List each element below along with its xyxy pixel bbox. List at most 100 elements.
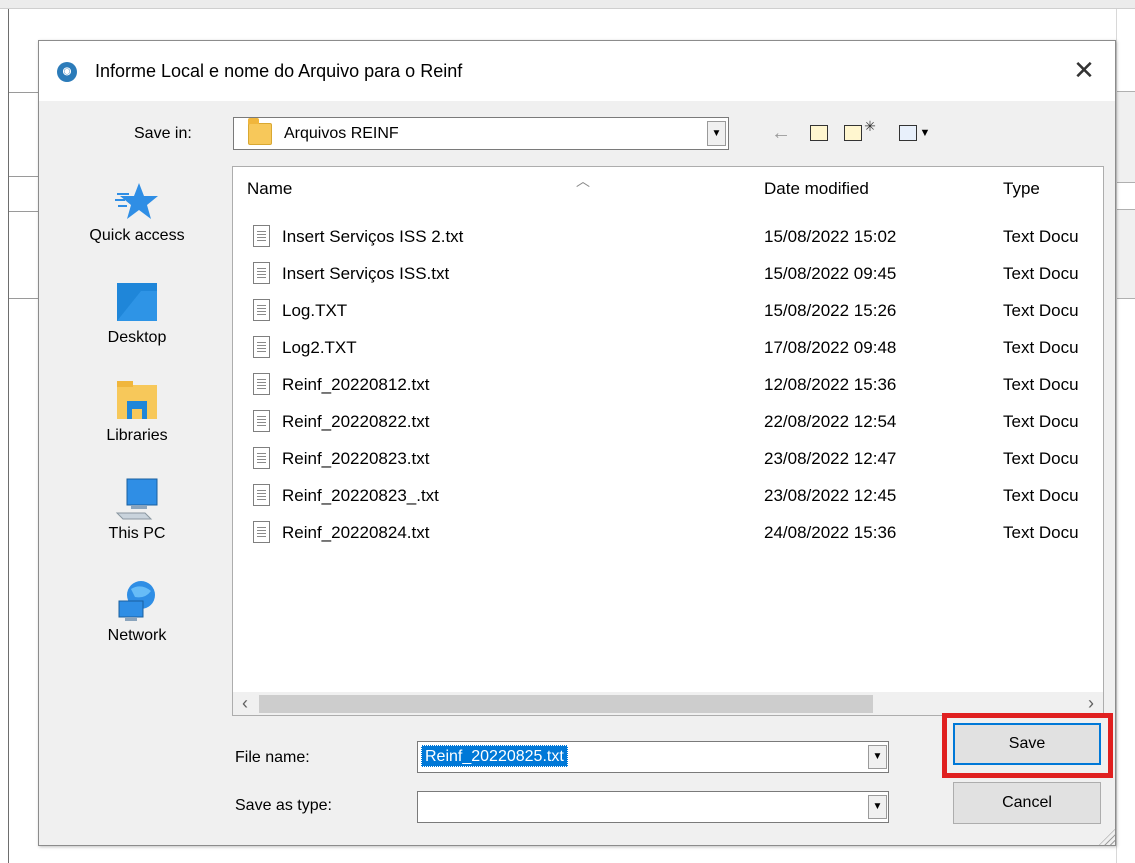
file-name: Reinf_20220822.txt bbox=[282, 412, 430, 431]
file-type: Text Docu bbox=[1003, 301, 1079, 320]
save-in-value: Arquivos REINF bbox=[284, 125, 399, 142]
file-row[interactable]: Reinf_20220822.txt 22/08/2022 12:54 Text… bbox=[233, 404, 1103, 440]
text-file-icon bbox=[253, 484, 270, 506]
screen: ◉ Informe Local e nome do Arquivo para o… bbox=[0, 0, 1135, 863]
text-file-icon bbox=[253, 336, 270, 358]
folder-icon bbox=[248, 118, 272, 145]
text-file-icon bbox=[253, 410, 270, 432]
file-type: Text Docu bbox=[1003, 227, 1079, 246]
file-row[interactable]: Log2.TXT 17/08/2022 09:48 Text Docu bbox=[233, 330, 1103, 366]
column-header-date[interactable]: Date modified bbox=[764, 179, 869, 199]
place-libraries[interactable]: Libraries bbox=[47, 371, 227, 473]
view-dropdown-caret-icon[interactable]: ▼ bbox=[918, 120, 932, 146]
resize-grip-icon[interactable] bbox=[1099, 829, 1115, 845]
desktop-icon bbox=[117, 283, 157, 321]
file-type: Text Docu bbox=[1003, 338, 1079, 357]
annotation-highlight-box bbox=[942, 713, 1113, 778]
chevron-down-icon[interactable]: ▼ bbox=[868, 795, 887, 819]
file-name-input[interactable]: Reinf_20220825.txt ▼ bbox=[417, 741, 889, 773]
place-label: Libraries bbox=[106, 427, 168, 444]
file-type: Text Docu bbox=[1003, 375, 1079, 394]
chevron-down-icon[interactable]: ▼ bbox=[707, 121, 726, 146]
background-app-toolbar bbox=[0, 0, 1135, 9]
file-name: Insert Serviços ISS.txt bbox=[282, 264, 450, 283]
file-name: Reinf_20220823_.txt bbox=[282, 486, 439, 505]
file-date: 15/08/2022 15:02 bbox=[764, 227, 897, 246]
save-as-type-dropdown[interactable]: ▼ bbox=[417, 791, 889, 823]
background-band bbox=[1117, 209, 1135, 299]
file-type: Text Docu bbox=[1003, 486, 1079, 505]
file-date: 22/08/2022 12:54 bbox=[764, 412, 897, 431]
file-list[interactable]: ︿ Name Date modified Type Insert Serviço… bbox=[232, 166, 1104, 716]
place-label: Network bbox=[107, 627, 167, 644]
file-row[interactable]: Insert Serviços ISS 2.txt 15/08/2022 15:… bbox=[233, 219, 1103, 255]
up-folder-icon[interactable] bbox=[810, 125, 828, 141]
star-icon bbox=[115, 183, 158, 219]
new-folder-icon[interactable] bbox=[844, 125, 862, 141]
app-icon: ◉ bbox=[57, 62, 77, 82]
place-network[interactable]: Network bbox=[47, 571, 227, 673]
sort-ascending-icon: ︿ bbox=[576, 173, 590, 189]
place-label: Desktop bbox=[107, 329, 167, 346]
close-button[interactable]: ✕ bbox=[1059, 51, 1109, 91]
text-file-icon bbox=[253, 447, 270, 469]
file-date: 15/08/2022 09:45 bbox=[764, 264, 897, 283]
file-date: 15/08/2022 15:26 bbox=[764, 301, 897, 320]
scrollbar-thumb[interactable] bbox=[259, 695, 873, 713]
text-file-icon bbox=[253, 373, 270, 395]
file-row[interactable]: Reinf_20220824.txt 24/08/2022 15:36 Text… bbox=[233, 515, 1103, 551]
background-band bbox=[1117, 91, 1135, 183]
computer-icon bbox=[115, 478, 158, 520]
background-divider bbox=[9, 298, 38, 299]
background-app-panel bbox=[1116, 9, 1135, 863]
file-name: Reinf_20220812.txt bbox=[282, 375, 430, 394]
file-row[interactable]: Reinf_20220823.txt 23/08/2022 12:47 Text… bbox=[233, 441, 1103, 477]
place-label: Quick access bbox=[89, 227, 185, 244]
file-name: Log.TXT bbox=[282, 301, 348, 320]
save-as-type-label: Save as type: bbox=[235, 797, 332, 814]
text-file-icon bbox=[253, 262, 270, 284]
background-divider bbox=[9, 92, 38, 93]
file-row[interactable]: Reinf_20220823_.txt 23/08/2022 12:45 Tex… bbox=[233, 478, 1103, 514]
file-type: Text Docu bbox=[1003, 523, 1079, 542]
file-date: 23/08/2022 12:47 bbox=[764, 449, 897, 468]
file-type: Text Docu bbox=[1003, 264, 1079, 283]
column-header-type[interactable]: Type bbox=[1003, 179, 1040, 199]
scroll-left-icon[interactable]: ‹ bbox=[233, 692, 257, 715]
file-row[interactable]: Reinf_20220812.txt 12/08/2022 15:36 Text… bbox=[233, 367, 1103, 403]
place-quick-access[interactable]: Quick access bbox=[47, 171, 227, 273]
file-date: 23/08/2022 12:45 bbox=[764, 486, 897, 505]
network-icon bbox=[118, 581, 155, 621]
file-type: Text Docu bbox=[1003, 449, 1079, 468]
back-arrow-icon[interactable]: ← bbox=[769, 120, 793, 146]
dialog-titlebar: ◉ Informe Local e nome do Arquivo para o… bbox=[39, 41, 1115, 101]
file-row[interactable]: Insert Serviços ISS.txt 15/08/2022 09:45… bbox=[233, 256, 1103, 292]
background-divider bbox=[9, 211, 38, 212]
place-this-pc[interactable]: This PC bbox=[47, 469, 227, 571]
file-name: Log2.TXT bbox=[282, 338, 357, 357]
text-file-icon bbox=[253, 299, 270, 321]
background-divider bbox=[9, 176, 38, 177]
save-in-dropdown[interactable]: Arquivos REINF ▼ bbox=[233, 117, 729, 150]
cancel-button[interactable]: Cancel bbox=[953, 782, 1101, 824]
place-desktop[interactable]: Desktop bbox=[47, 273, 227, 375]
text-file-icon bbox=[253, 521, 270, 543]
file-name-label: File name: bbox=[235, 749, 310, 766]
file-name: Insert Serviços ISS 2.txt bbox=[282, 227, 464, 246]
file-date: 24/08/2022 15:36 bbox=[764, 523, 897, 542]
save-dialog: ◉ Informe Local e nome do Arquivo para o… bbox=[38, 40, 1116, 846]
file-row[interactable]: Log.TXT 15/08/2022 15:26 Text Docu bbox=[233, 293, 1103, 329]
dialog-title: Informe Local e nome do Arquivo para o R… bbox=[95, 61, 463, 81]
background-app-border bbox=[8, 9, 9, 863]
file-date: 17/08/2022 09:48 bbox=[764, 338, 897, 357]
view-menu-icon[interactable] bbox=[899, 125, 917, 141]
chevron-down-icon[interactable]: ▼ bbox=[868, 745, 887, 769]
text-file-icon bbox=[253, 225, 270, 247]
place-label: This PC bbox=[108, 525, 166, 542]
file-name: Reinf_20220823.txt bbox=[282, 449, 430, 468]
libraries-icon bbox=[117, 381, 157, 419]
save-in-label: Save in: bbox=[134, 125, 192, 142]
places-bar: Quick access Desktop Libraries This PC N… bbox=[47, 165, 227, 705]
file-name-value: Reinf_20220825.txt bbox=[421, 745, 568, 767]
column-header-name[interactable]: Name bbox=[247, 179, 292, 199]
